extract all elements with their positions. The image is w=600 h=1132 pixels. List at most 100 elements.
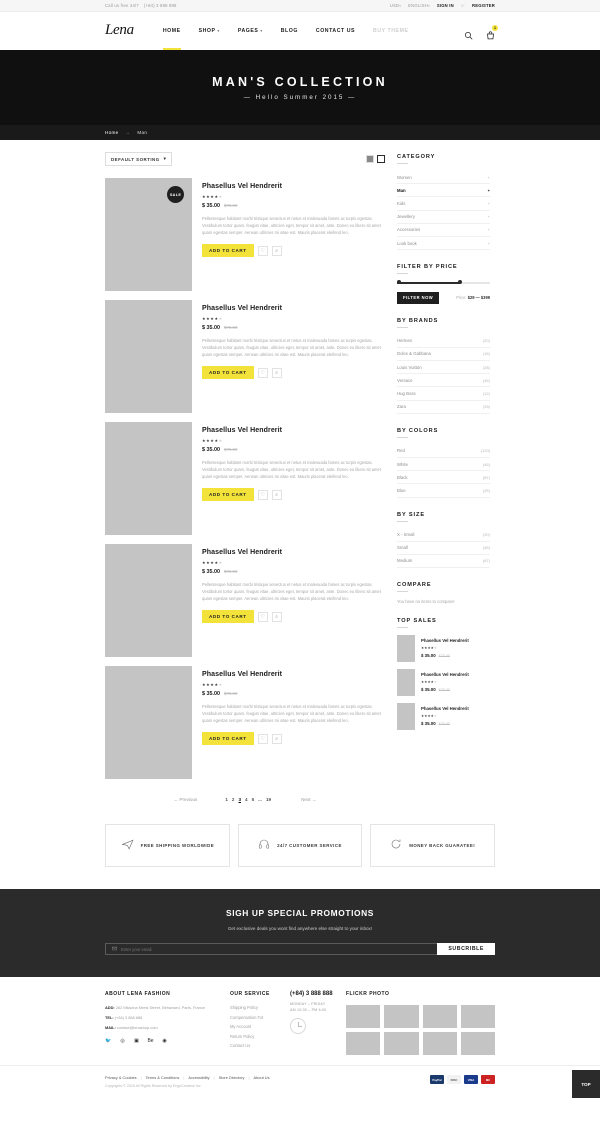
brand-item-zara[interactable]: Zara (33) — [397, 401, 490, 414]
pagination-page-1[interactable]: 1 — [225, 797, 228, 802]
product-item[interactable]: Phasellus Vel Hendrerit ★★★★★ $ 35.00 $75… — [105, 300, 385, 413]
size-item-small[interactable]: Small (45) — [397, 542, 490, 555]
product-title[interactable]: Phasellus Vel Hendrerit — [202, 427, 385, 434]
footer-link-my-account[interactable]: My Account — [230, 1024, 290, 1029]
quick-view-icon[interactable]: ⌕ — [271, 245, 282, 256]
subscribe-button[interactable]: SUBCRIBLE — [437, 943, 495, 955]
flickr-photo[interactable] — [460, 1005, 495, 1028]
product-title[interactable]: Phasellus Vel Hendrerit — [202, 671, 385, 678]
list-view-button[interactable] — [377, 155, 385, 163]
brand-item-louis-vuitton[interactable]: Louis Vuitton (28) — [397, 361, 490, 375]
product-image[interactable] — [105, 666, 192, 779]
link-terms-conditions[interactable]: Terms & Conditions — [146, 1075, 180, 1080]
product-image[interactable]: SALE — [105, 178, 192, 291]
flickr-photo[interactable] — [422, 1032, 457, 1055]
brand-item-versace[interactable]: Versace (45) — [397, 374, 490, 388]
wishlist-icon[interactable]: ♡ — [257, 367, 268, 378]
add-to-cart-button[interactable]: ADD TO CART — [202, 366, 254, 380]
color-item-white[interactable]: White (45) — [397, 458, 490, 472]
category-item-women[interactable]: Women + — [397, 171, 490, 185]
nav-item-contact-us[interactable]: CONTACT US — [307, 12, 364, 50]
behance-icon[interactable]: Be — [147, 1038, 154, 1045]
quick-view-icon[interactable]: ⌕ — [271, 367, 282, 378]
add-to-cart-button[interactable]: ADD TO CART — [202, 732, 254, 746]
flickr-photo[interactable] — [422, 1005, 457, 1028]
product-image[interactable] — [105, 422, 192, 535]
price-slider-max-handle[interactable] — [458, 280, 463, 285]
brand-item-dolce-gabbana[interactable]: Dolce & Gabbana (16) — [397, 348, 490, 361]
size-item-medium[interactable]: Medium (87) — [397, 555, 490, 569]
quick-view-icon[interactable]: ⌕ — [271, 733, 282, 744]
wishlist-icon[interactable]: ♡ — [257, 611, 268, 622]
flickr-photo[interactable] — [460, 1032, 495, 1055]
wishlist-icon[interactable]: ♡ — [257, 489, 268, 500]
nav-item-home[interactable]: HOME — [154, 12, 190, 50]
pagination-page-5[interactable]: 5 — [252, 797, 255, 802]
quick-view-icon[interactable]: ⌕ — [271, 489, 282, 500]
add-to-cart-button[interactable]: ADD TO CART — [202, 488, 254, 502]
category-item-kids[interactable]: Kids + — [397, 197, 490, 211]
pagination-next[interactable]: Next → — [301, 797, 316, 802]
flickr-photo[interactable] — [384, 1032, 419, 1055]
nav-item-blog[interactable]: BLOG — [272, 12, 307, 50]
price-slider-min-handle[interactable] — [397, 280, 401, 285]
color-item-black[interactable]: Black (87) — [397, 471, 490, 485]
footer-link-compensation[interactable]: Compensation Fot — [230, 1015, 290, 1020]
footer-link-return-policy[interactable]: Return Policy — [230, 1034, 290, 1039]
product-title[interactable]: Phasellus Vel Hendrerit — [202, 183, 385, 190]
filter-now-button[interactable]: FILTER NOW — [397, 291, 440, 304]
product-item[interactable]: Phasellus Vel Hendrerit ★★★★★ $ 35.00 $75… — [105, 666, 385, 779]
link-about-us[interactable]: About Us — [254, 1075, 270, 1080]
link-accessibility[interactable]: Accessibility — [188, 1075, 209, 1080]
size-item-x-small[interactable]: X - Small (20) — [397, 529, 490, 542]
currency-selector[interactable]: USD▾ — [390, 3, 401, 8]
flickr-photo[interactable] — [384, 1005, 419, 1028]
pinterest-icon[interactable]: ◎ — [119, 1038, 126, 1045]
top-sales-item[interactable]: Phasellus Vel Hendrerit ★★★★★ $ 35.00 $75… — [397, 669, 490, 697]
add-to-cart-button[interactable]: ADD TO CART — [202, 610, 254, 624]
product-item[interactable]: Phasellus Vel Hendrerit ★★★★★ $ 35.00 $75… — [105, 422, 385, 535]
register-link[interactable]: REGISTER — [472, 3, 495, 8]
color-item-blue[interactable]: Blue (25) — [397, 484, 490, 498]
newsletter-input-wrap[interactable] — [105, 943, 438, 955]
pagination-page-19[interactable]: 19 — [266, 797, 271, 802]
brand-item-hug-boss[interactable]: Hug Boss (12) — [397, 387, 490, 401]
nav-item-shop[interactable]: SHOP ▾ — [190, 12, 229, 50]
product-item[interactable]: Phasellus Vel Hendrerit ★★★★★ $ 35.00 $75… — [105, 544, 385, 657]
pagination-previous[interactable]: ← Previous — [174, 797, 198, 802]
pagination-page-2[interactable]: 2 — [232, 797, 235, 802]
brand-item-hermes[interactable]: Hermes (20) — [397, 335, 490, 348]
color-item-red[interactable]: Red (120) — [397, 445, 490, 458]
category-item-look-book[interactable]: Look book + — [397, 237, 490, 251]
nav-item-pages[interactable]: PAGES ▾ — [229, 12, 272, 50]
flickr-photo[interactable] — [346, 1005, 381, 1028]
flickr-photo[interactable] — [346, 1032, 381, 1055]
add-to-cart-button[interactable]: ADD TO CART — [202, 244, 254, 258]
footer-link-shipping-policy[interactable]: Shipping Policy — [230, 1005, 290, 1010]
twitter-icon[interactable]: 🐦 — [105, 1038, 112, 1045]
product-title[interactable]: Phasellus Vel Hendrerit — [202, 305, 385, 312]
newsletter-email-input[interactable] — [121, 946, 432, 952]
search-icon[interactable] — [464, 27, 473, 40]
product-title[interactable]: Phasellus Vel Hendrerit — [202, 549, 385, 556]
link-store-directory[interactable]: Store Directory — [219, 1075, 245, 1080]
category-item-accessories[interactable]: Accessories + — [397, 224, 490, 237]
breadcrumb-home[interactable]: Home — [105, 130, 118, 135]
footer-link-contact-us[interactable]: Contact Us — [230, 1043, 290, 1048]
grid-view-button[interactable] — [366, 155, 374, 163]
language-selector[interactable]: ENGLISH▾ — [408, 3, 430, 8]
wishlist-icon[interactable]: ♡ — [257, 733, 268, 744]
top-sales-item[interactable]: Phasellus Vel Hendrerit ★★★★★ $ 35.00 $75… — [397, 703, 490, 731]
product-image[interactable] — [105, 544, 192, 657]
top-sales-item[interactable]: Phasellus Vel Hendrerit ★★★★★ $ 35.00 $75… — [397, 635, 490, 663]
pagination-page-4[interactable]: 4 — [245, 797, 248, 802]
category-item-jewellery[interactable]: Jewellery + — [397, 211, 490, 224]
category-item-man[interactable]: Man + — [397, 184, 490, 198]
quick-view-icon[interactable]: ⌕ — [271, 611, 282, 622]
back-to-top-button[interactable]: TOP — [572, 1070, 600, 1098]
wishlist-icon[interactable]: ♡ — [257, 245, 268, 256]
facebook-icon[interactable]: ▣ — [133, 1038, 140, 1045]
sorting-dropdown[interactable]: DEFAULT SORTING ▾ — [105, 152, 173, 166]
dribbble-icon[interactable]: ◉ — [161, 1038, 168, 1045]
cart-button[interactable]: 1 — [486, 24, 498, 39]
